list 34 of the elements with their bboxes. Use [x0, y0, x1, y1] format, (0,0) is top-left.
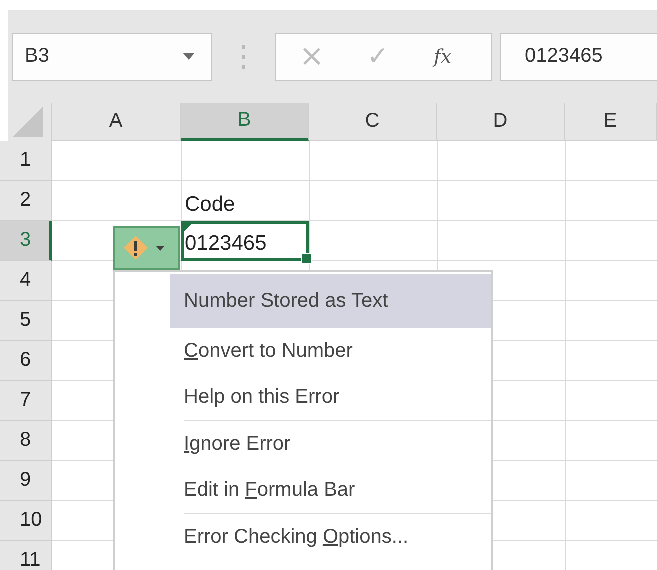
- column-header[interactable]: C: [309, 103, 437, 141]
- column-header[interactable]: D: [437, 103, 565, 141]
- grip-icon: [242, 44, 246, 68]
- column-header[interactable]: E: [565, 103, 657, 141]
- caret-icon: [156, 246, 165, 250]
- formula-input[interactable]: 0123465: [500, 32, 657, 80]
- row-header[interactable]: 2: [0, 181, 52, 221]
- row-header[interactable]: 8: [0, 421, 52, 461]
- warning-icon: [123, 235, 149, 261]
- menu-item[interactable]: Help on this Error: [170, 374, 491, 420]
- column-header[interactable]: A: [52, 103, 181, 141]
- row-header[interactable]: 10: [0, 501, 52, 541]
- row-header[interactable]: 3: [0, 221, 52, 261]
- row-header[interactable]: 5: [0, 301, 52, 341]
- menu-item[interactable]: Ignore Error: [170, 421, 491, 467]
- insert-function-button[interactable]: fx: [434, 46, 452, 68]
- row-header[interactable]: 1: [0, 141, 52, 181]
- name-box[interactable]: B3: [12, 32, 212, 80]
- row-header[interactable]: 7: [0, 381, 52, 421]
- menu-item[interactable]: Error Checking Options...: [170, 514, 491, 560]
- fill-handle[interactable]: [301, 253, 312, 264]
- row-header[interactable]: 6: [0, 341, 52, 381]
- row-header[interactable]: 11: [0, 541, 52, 570]
- triangle-icon: [13, 107, 43, 137]
- table-cell[interactable]: Code: [181, 181, 309, 221]
- caret-icon: [183, 53, 195, 60]
- menu-item[interactable]: Edit in Formula Bar: [170, 467, 491, 513]
- menu-header: Number Stored as Text: [170, 274, 491, 328]
- column-header[interactable]: B: [181, 103, 309, 141]
- menu-item[interactable]: Convert to Number: [170, 328, 491, 374]
- dropdown-button[interactable]: [183, 52, 197, 62]
- row-header[interactable]: 9: [0, 461, 52, 501]
- row-header[interactable]: 4: [0, 261, 52, 301]
- error-options-button[interactable]: [113, 226, 180, 270]
